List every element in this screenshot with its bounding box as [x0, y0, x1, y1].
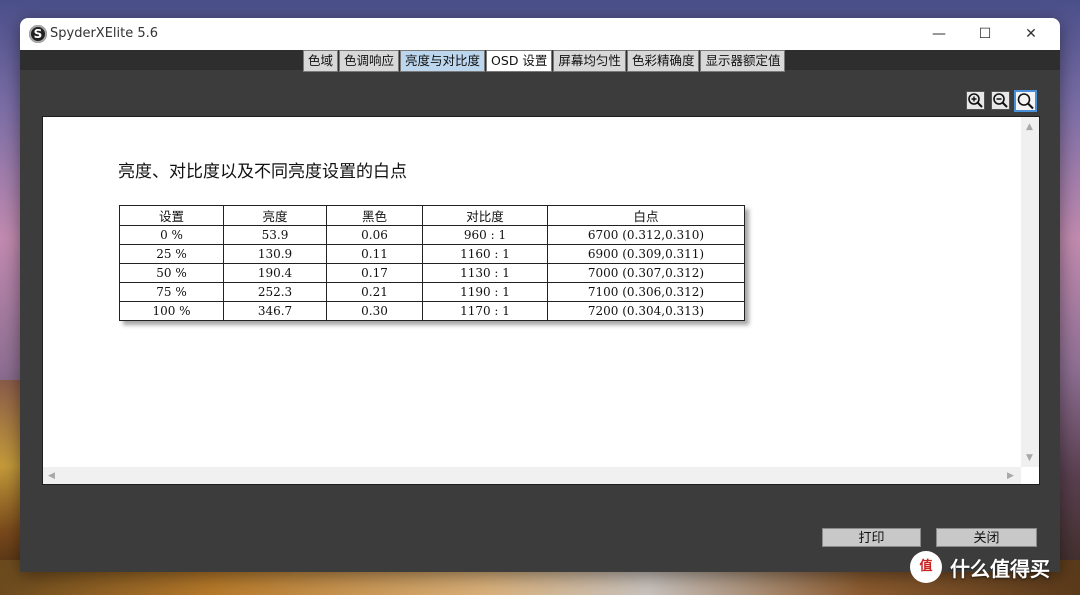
cell-contrast: 1190 : 1	[422, 282, 548, 302]
column-header-white-point: 白点	[547, 205, 745, 226]
cell-black: 0.06	[326, 225, 423, 245]
cell-brightness: 346.7	[223, 301, 327, 321]
scroll-left-icon[interactable]: ◀	[48, 471, 55, 481]
scroll-down-icon[interactable]: ▼	[1026, 453, 1033, 463]
cell-white-point: 6900 (0.309,0.311)	[547, 244, 745, 264]
column-header-brightness: 亮度	[223, 205, 327, 226]
cell-brightness: 53.9	[223, 225, 327, 245]
title-bar[interactable]: S SpyderXElite 5.6 — ☐ ✕	[20, 18, 1060, 50]
window-title: SpyderXElite 5.6	[50, 26, 159, 41]
app-window: S SpyderXElite 5.6 — ☐ ✕ 色域 色调响应 亮度与对比度 …	[20, 18, 1060, 572]
close-window-button[interactable]: ✕	[1008, 18, 1054, 50]
cell-white-point: 7100 (0.306,0.312)	[547, 282, 745, 302]
column-header-setting: 设置	[119, 205, 224, 226]
cell-contrast: 1160 : 1	[422, 244, 548, 264]
cell-contrast: 1130 : 1	[422, 263, 548, 283]
scroll-up-icon[interactable]: ▲	[1026, 122, 1033, 132]
tab-color-accuracy[interactable]: 色彩精确度	[626, 50, 700, 72]
brightness-contrast-table: 设置 亮度 黑色 对比度 白点 0 % 53.9 0.06 960 : 1 67…	[119, 205, 745, 321]
cell-setting: 50 %	[119, 263, 224, 283]
cell-setting: 100 %	[119, 301, 224, 321]
watermark-logo-icon: 值	[910, 551, 942, 583]
scroll-right-icon[interactable]: ▶	[1007, 471, 1014, 481]
horizontal-scrollbar[interactable]: ◀ ▶	[43, 467, 1021, 484]
cell-setting: 0 %	[119, 225, 224, 245]
tab-brightness-contrast[interactable]: 亮度与对比度	[400, 50, 486, 72]
tab-display-rating[interactable]: 显示器额定值	[700, 50, 786, 72]
report-title: 亮度、对比度以及不同亮度设置的白点	[118, 162, 407, 182]
tab-osd-settings[interactable]: OSD 设置	[486, 50, 553, 72]
maximize-button[interactable]: ☐	[962, 18, 1008, 50]
cell-white-point: 7000 (0.307,0.312)	[547, 263, 745, 283]
table-row: 25 % 130.9 0.11 1160 : 1 6900 (0.309,0.3…	[119, 244, 745, 264]
zoom-fit-button[interactable]	[1014, 90, 1037, 112]
cell-setting: 25 %	[119, 244, 224, 264]
table-row: 50 % 190.4 0.17 1130 : 1 7000 (0.307,0.3…	[119, 263, 745, 283]
app-logo-icon: S	[29, 25, 47, 43]
vertical-scrollbar[interactable]: ▲ ▼	[1021, 117, 1039, 467]
cell-black: 0.21	[326, 282, 423, 302]
column-header-black: 黑色	[326, 205, 423, 226]
table-row: 0 % 53.9 0.06 960 : 1 6700 (0.312,0.310)	[119, 225, 745, 245]
cell-black: 0.17	[326, 263, 423, 283]
watermark-text: 什么值得买	[950, 556, 1050, 581]
close-button[interactable]: 关闭	[936, 528, 1037, 547]
cell-white-point: 6700 (0.312,0.310)	[547, 225, 745, 245]
tab-screen-uniformity[interactable]: 屏幕均匀性	[553, 50, 626, 72]
cell-brightness: 252.3	[223, 282, 327, 302]
column-header-contrast: 对比度	[422, 205, 548, 226]
zoom-in-button[interactable]	[966, 91, 985, 110]
cell-white-point: 7200 (0.304,0.313)	[547, 301, 745, 321]
zoom-in-icon	[968, 93, 983, 108]
zoom-fit-icon	[1017, 93, 1034, 110]
table-row: 100 % 346.7 0.30 1170 : 1 7200 (0.304,0.…	[119, 301, 745, 321]
cell-brightness: 130.9	[223, 244, 327, 264]
tab-tone-response[interactable]: 色调响应	[339, 50, 400, 72]
tab-gamut[interactable]: 色域	[303, 50, 339, 72]
zoom-out-button[interactable]	[991, 91, 1010, 110]
cell-black: 0.30	[326, 301, 423, 321]
table-header-row: 设置 亮度 黑色 对比度 白点	[119, 205, 745, 226]
minimize-button[interactable]: —	[916, 18, 962, 50]
cell-brightness: 190.4	[223, 263, 327, 283]
zoom-out-icon	[993, 93, 1008, 108]
cell-contrast: 1170 : 1	[422, 301, 548, 321]
cell-setting: 75 %	[119, 282, 224, 302]
cell-contrast: 960 : 1	[422, 225, 548, 245]
table-row: 75 % 252.3 0.21 1190 : 1 7100 (0.306,0.3…	[119, 282, 745, 302]
site-watermark: 值 什么值得买	[910, 550, 1050, 584]
print-button[interactable]: 打印	[822, 528, 921, 547]
cell-black: 0.11	[326, 244, 423, 264]
report-panel: 亮度、对比度以及不同亮度设置的白点 设置 亮度 黑色 对比度 白点 0 % 53…	[42, 116, 1040, 485]
tab-bar: 色域 色调响应 亮度与对比度 OSD 设置 屏幕均匀性 色彩精确度 显示器额定值	[303, 50, 786, 72]
